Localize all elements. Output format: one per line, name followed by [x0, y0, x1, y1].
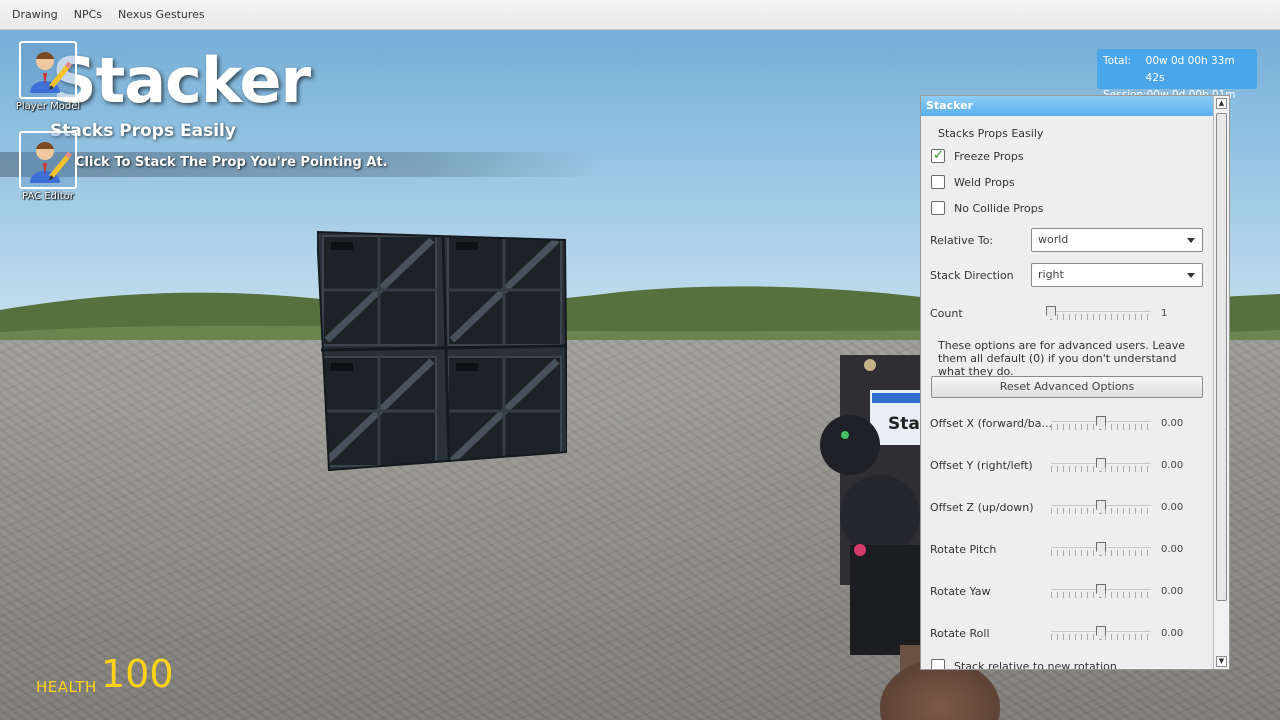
- stack-relative-rotation-label: Stack relative to new rotation: [954, 660, 1117, 670]
- svg-text:Sta: Sta: [888, 414, 920, 434]
- stack-relative-rotation-checkbox[interactable]: [931, 659, 945, 669]
- stack-direction-label: Stack Direction: [930, 269, 1014, 282]
- rotate-pitch-slider[interactable]: [1051, 542, 1151, 558]
- scrollbar-thumb[interactable]: [1216, 113, 1227, 601]
- desktop-icon-player-model[interactable]: Player Model: [10, 41, 86, 112]
- offset-x-slider[interactable]: [1051, 416, 1151, 432]
- playtime-box: Total: 00w 0d 00h 33m 42s Session: 00w 0…: [1097, 49, 1257, 118]
- weld-props-label: Weld Props: [954, 176, 1015, 189]
- desktop-icon-pac-editor[interactable]: PAC Editor: [10, 131, 86, 202]
- offset-x-label: Offset X (forward/ba...: [930, 417, 1052, 430]
- relative-to-dropdown[interactable]: world: [1031, 228, 1203, 252]
- offset-x-value: 0.00: [1161, 418, 1184, 429]
- scroll-up-arrow-icon[interactable]: ▲: [1216, 98, 1227, 109]
- context-menu-bar: Drawing NPCs Nexus Gestures: [0, 0, 1280, 30]
- offset-z-slider[interactable]: [1051, 500, 1151, 516]
- relative-to-label: Relative To:: [930, 234, 994, 247]
- checkmark-icon: ✓: [933, 148, 944, 163]
- menu-drawing[interactable]: Drawing: [4, 0, 66, 30]
- panel-description: Stacks Props Easily: [938, 127, 1044, 140]
- menu-nexus-gestures[interactable]: Nexus Gestures: [110, 0, 213, 30]
- chevron-down-icon: [1187, 273, 1195, 278]
- freeze-props-checkbox[interactable]: ✓: [931, 148, 945, 163]
- stack-direction-dropdown[interactable]: right: [1031, 263, 1203, 287]
- count-value: 1: [1161, 308, 1168, 319]
- offset-y-slider[interactable]: [1051, 458, 1151, 474]
- weld-props-checkbox[interactable]: [931, 175, 945, 189]
- total-time-row: Total: 00w 0d 00h 33m 42s: [1103, 53, 1251, 87]
- no-collide-props-checkbox[interactable]: [931, 201, 945, 215]
- rotate-pitch-label: Rotate Pitch: [930, 543, 997, 556]
- rotate-pitch-value: 0.00: [1161, 544, 1184, 555]
- menu-npcs[interactable]: NPCs: [66, 0, 110, 30]
- advanced-note: These options are for advanced users. Le…: [938, 339, 1186, 378]
- rotate-yaw-slider[interactable]: [1051, 584, 1151, 600]
- relative-to-value: world: [1038, 233, 1069, 246]
- rotate-yaw-label: Rotate Yaw: [930, 585, 991, 598]
- stacked-crates: [317, 230, 567, 472]
- count-slider[interactable]: [1046, 306, 1151, 322]
- total-time-label: Total:: [1103, 55, 1132, 67]
- total-time-value: 00w 0d 00h 33m 42s: [1145, 55, 1235, 84]
- desktop-icon-label: Player Model: [15, 101, 81, 112]
- offset-y-value: 0.00: [1161, 460, 1184, 471]
- rotate-roll-slider[interactable]: [1051, 626, 1151, 642]
- health-value: 100: [101, 652, 174, 696]
- tool-title: Stacker: [52, 44, 311, 117]
- rotate-roll-label: Rotate Roll: [930, 627, 990, 640]
- rotate-yaw-value: 0.00: [1161, 586, 1184, 597]
- freeze-props-label: Freeze Props: [954, 150, 1024, 163]
- chevron-down-icon: [1187, 238, 1195, 243]
- panel-scrollbar[interactable]: ▲ ▼: [1213, 96, 1229, 669]
- reset-advanced-options-button[interactable]: Reset Advanced Options: [931, 376, 1203, 398]
- stack-direction-value: right: [1038, 268, 1064, 281]
- tool-hint: Click To Stack The Prop You're Pointing …: [75, 155, 388, 170]
- desktop-icon-label: PAC Editor: [22, 191, 74, 202]
- health-label: HEALTH: [36, 678, 97, 696]
- rotate-roll-value: 0.00: [1161, 628, 1184, 639]
- count-label: Count: [930, 307, 963, 320]
- person-edit-icon: [19, 131, 77, 189]
- person-edit-icon: [19, 41, 77, 99]
- offset-z-label: Offset Z (up/down): [930, 501, 1034, 514]
- offset-y-label: Offset Y (right/left): [930, 459, 1033, 472]
- panel-title: Stacker: [921, 96, 1213, 116]
- offset-z-value: 0.00: [1161, 502, 1184, 513]
- no-collide-props-label: No Collide Props: [954, 202, 1044, 215]
- stacker-tool-panel: Stacker Stacks Props Easily ✓ Freeze Pro…: [920, 95, 1230, 670]
- scroll-down-arrow-icon[interactable]: ▼: [1216, 656, 1227, 667]
